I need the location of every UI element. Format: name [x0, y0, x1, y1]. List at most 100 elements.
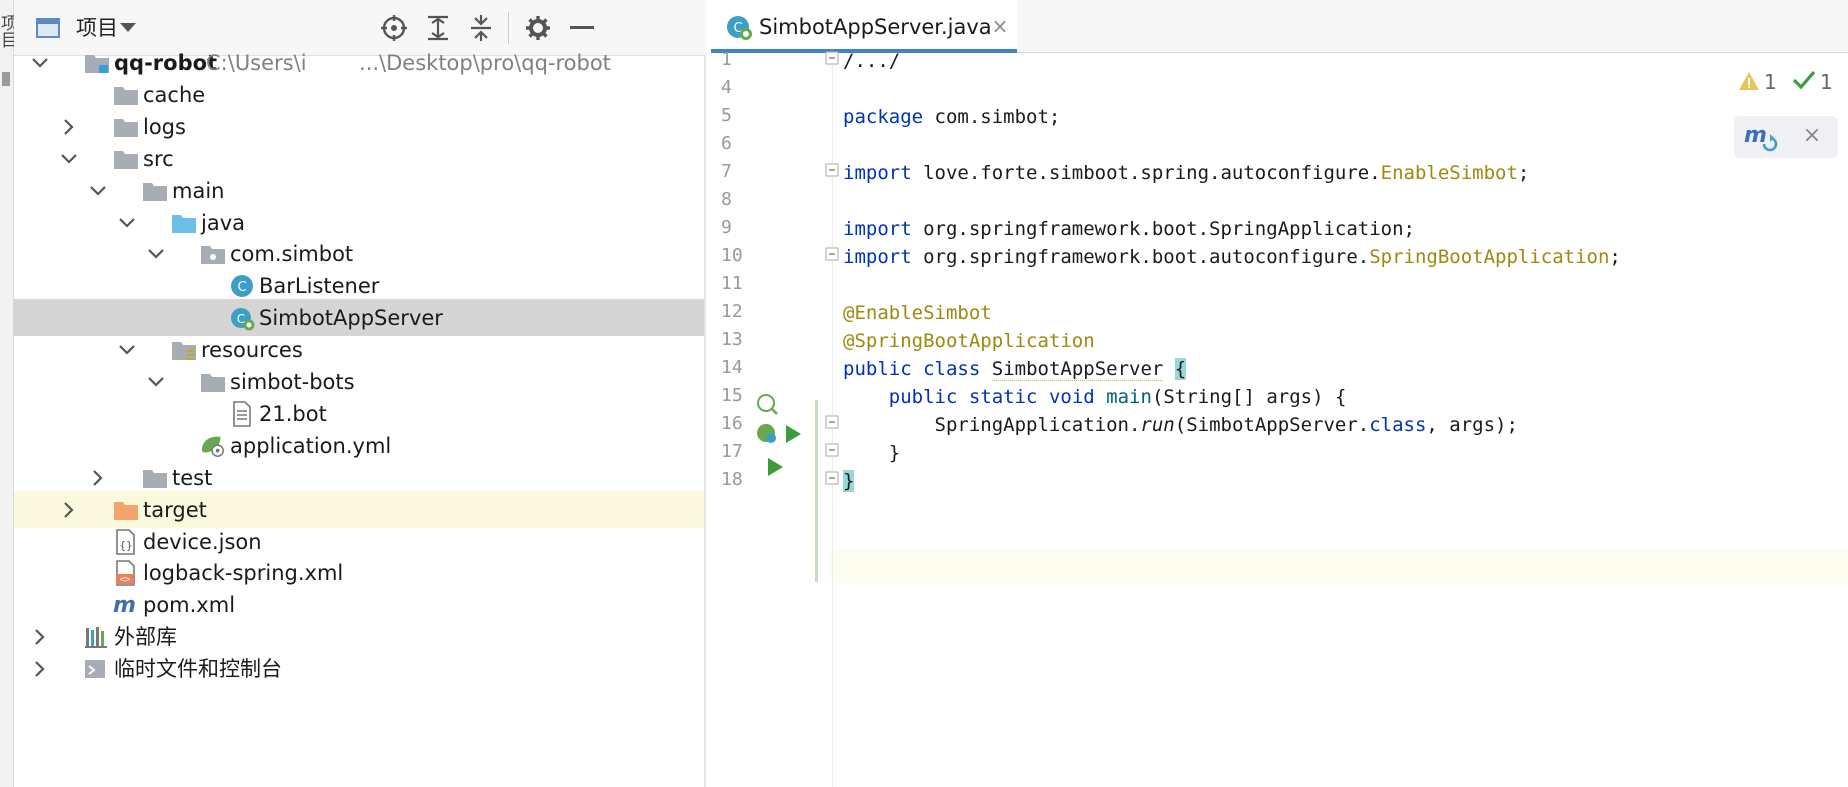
resources-folder-icon: [171, 337, 197, 363]
code-token: org.springframework.boot.SpringApplicati…: [911, 218, 1415, 240]
json-file-icon: {}: [113, 528, 139, 555]
tree-item-label: java: [201, 210, 245, 235]
tree-item-label: device.json: [143, 529, 262, 554]
chevron-down-icon[interactable]: [117, 213, 137, 233]
spring-class-icon: C: [229, 305, 255, 331]
editor-area: C SimbotAppServer.java × 1 4 5 6 7 8 9 10 11 12 13…: [711, 0, 1848, 787]
spring-boot-icon[interactable]: [755, 422, 779, 446]
gear-icon[interactable]: [524, 14, 552, 42]
library-icon: [84, 624, 110, 650]
expand-all-icon[interactable]: [424, 14, 452, 42]
tree-item-label: simbot-bots: [230, 370, 355, 394]
folder-icon: [142, 465, 168, 491]
code-token: SpringBootApplication: [1369, 246, 1610, 268]
stripe-handle[interactable]: [2, 72, 10, 86]
chevron-right-icon[interactable]: [88, 468, 108, 488]
code-line[interactable]: }: [843, 465, 855, 498]
fold-marker-icon[interactable]: [825, 246, 839, 261]
inspection-widget[interactable]: 1 1: [1738, 65, 1848, 99]
tree-item-label: src: [143, 146, 174, 171]
code-token: org.springframework.boot.autoconfigure.: [911, 246, 1370, 268]
code-token: void: [1048, 386, 1095, 408]
chevron-right-icon[interactable]: [30, 627, 50, 647]
code-line[interactable]: import org.springframework.boot.autoconf…: [843, 241, 1621, 274]
chevron-right-icon[interactable]: [59, 117, 79, 137]
maven-reload-icon[interactable]: m: [1744, 122, 1778, 154]
project-stripe-button[interactable]: 项目: [0, 14, 17, 48]
check-icon: [1792, 70, 1816, 90]
vertical-scrollbar[interactable]: [704, 56, 706, 787]
chevron-down-icon[interactable]: [146, 244, 166, 264]
chevron-down-icon[interactable]: [146, 372, 166, 392]
tree-item-label: 21.bot: [259, 401, 327, 426]
tool-window-stripe: 项目: [0, 0, 17, 787]
code-token: @EnableSimbot: [843, 302, 992, 324]
spring-config-icon: [200, 433, 226, 459]
chevron-down-icon[interactable]: [30, 53, 50, 73]
minimize-icon[interactable]: [568, 14, 596, 42]
target-icon[interactable]: [380, 14, 408, 42]
svg-text:C: C: [237, 280, 246, 295]
code-token: ;: [1609, 246, 1621, 268]
fold-marker-icon[interactable]: [825, 442, 839, 457]
code-line[interactable]: /.../: [843, 45, 900, 78]
tree-item-label: cache: [143, 82, 206, 107]
code-token: SpringApplication.: [843, 414, 1141, 436]
collapse-all-icon[interactable]: [467, 14, 495, 42]
code-editor[interactable]: /.../ package com.simbot; import love.fort…: [843, 50, 1843, 787]
vcs-change-marker[interactable]: [815, 400, 818, 582]
code-token: , args);: [1426, 414, 1518, 436]
code-token: /.../: [843, 50, 901, 72]
ok-count: 1: [1820, 70, 1833, 94]
svg-text:{}: {}: [119, 539, 132, 552]
folder-icon: [113, 146, 139, 172]
tree-item-label: test: [172, 465, 213, 490]
project-path: C:\Users\i ...\Desktop\pro\qq-robot: [206, 51, 611, 75]
tree-item-label: BarListener: [259, 274, 380, 299]
svg-text:<>: <>: [120, 575, 131, 585]
chevron-right-icon[interactable]: [30, 659, 50, 679]
class-icon: C: [229, 273, 255, 299]
tree-item-[interactable]: 临时文件和控制台: [14, 650, 706, 687]
toolbar-divider: [508, 12, 509, 44]
tree-item-label: logs: [143, 114, 186, 139]
scratch-icon: [84, 656, 110, 682]
tree-item-label: target: [143, 497, 207, 522]
run-class-icon[interactable]: [781, 422, 805, 446]
code-token: {: [1174, 358, 1187, 380]
code-token: (SimbotAppServer.: [1174, 414, 1370, 436]
warning-icon: [1739, 72, 1759, 90]
chevron-right-icon[interactable]: [59, 500, 79, 520]
close-icon[interactable]: ×: [989, 15, 1011, 37]
excluded-folder-icon: [113, 497, 139, 523]
svg-text:m: m: [113, 593, 136, 618]
close-icon[interactable]: ×: [1800, 124, 1824, 148]
code-token: class: [923, 358, 981, 380]
tree-item-label: com.simbot: [230, 242, 354, 267]
code-token: SimbotAppServer: [991, 358, 1164, 381]
chevron-down-icon[interactable]: [117, 340, 137, 360]
chevron-down-icon[interactable]: [59, 149, 79, 169]
xml-file-icon: <>: [113, 560, 139, 587]
spring-class-icon: C: [725, 13, 753, 41]
code-line[interactable]: import love.forte.simboot.spring.autocon…: [843, 157, 1529, 190]
run-main-icon[interactable]: [763, 455, 787, 479]
fold-marker-icon[interactable]: [825, 50, 839, 65]
code-token: static: [968, 386, 1038, 408]
code-token: class: [1369, 414, 1427, 436]
fold-marker-icon[interactable]: [825, 470, 839, 485]
code-token: import: [843, 162, 912, 184]
code-line[interactable]: package com.simbot;: [843, 101, 1060, 134]
chevron-down-icon[interactable]: [88, 181, 108, 201]
fold-marker-icon[interactable]: [825, 414, 839, 429]
code-line[interactable]: SpringApplication.run(SimbotAppServer.cl…: [843, 409, 1518, 442]
project-panel-title[interactable]: 项目: [76, 14, 118, 42]
fold-marker-icon[interactable]: [825, 162, 839, 177]
chevron-down-icon[interactable]: [114, 14, 142, 42]
code-token: @SpringBootApplication: [843, 330, 1095, 352]
spring-bean-icon[interactable]: [755, 392, 779, 416]
